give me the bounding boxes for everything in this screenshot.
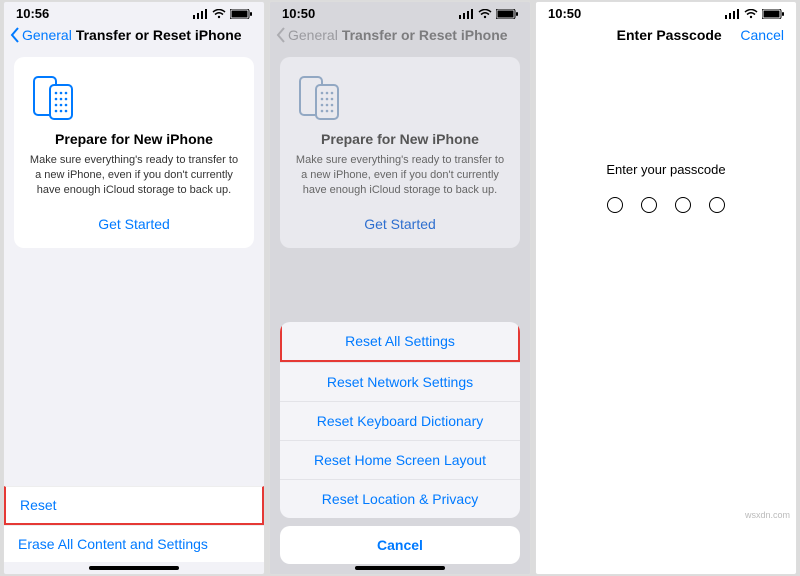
sheet-options: Reset All Settings Reset Network Setting… <box>280 322 520 518</box>
passcode-dot <box>709 197 725 213</box>
status-bar: 10:56 <box>4 2 264 23</box>
reset-network-settings[interactable]: Reset Network Settings <box>280 362 520 401</box>
back-button[interactable]: General <box>10 27 72 43</box>
chevron-left-icon <box>276 27 286 43</box>
page-title: Transfer or Reset iPhone <box>342 27 524 43</box>
reset-row[interactable]: Reset <box>4 486 264 525</box>
prepare-card: Prepare for New iPhone Make sure everyth… <box>14 57 254 248</box>
signal-icon <box>725 9 740 19</box>
cancel-button[interactable]: Cancel <box>740 27 784 43</box>
page-title: Enter Passcode <box>617 27 722 43</box>
prepare-card-dimmed: Prepare for New iPhone Make sure everyth… <box>280 57 520 248</box>
action-sheet: Reset All Settings Reset Network Setting… <box>280 322 520 564</box>
wifi-icon <box>478 9 492 19</box>
wifi-icon <box>744 9 758 19</box>
signal-icon <box>193 9 208 19</box>
passcode-dots <box>536 197 796 213</box>
screen-reset-actionsheet: 10:50 General Transfer or Reset iPhone P… <box>270 2 530 574</box>
reset-all-settings[interactable]: Reset All Settings <box>280 322 520 362</box>
back-label: General <box>288 27 338 43</box>
reset-location-privacy[interactable]: Reset Location & Privacy <box>280 479 520 518</box>
status-indicators <box>459 9 518 19</box>
get-started-button: Get Started <box>292 210 508 238</box>
status-time: 10:56 <box>16 6 49 21</box>
card-body: Make sure everything's ready to transfer… <box>292 153 508 198</box>
passcode-hint: Enter your passcode <box>536 162 796 177</box>
screen-enter-passcode: 10:50 Enter Passcode Cancel Enter your p… <box>536 2 796 574</box>
erase-all-row[interactable]: Erase All Content and Settings <box>4 525 264 562</box>
devices-icon <box>26 75 80 121</box>
reset-home-screen-layout[interactable]: Reset Home Screen Layout <box>280 440 520 479</box>
status-bar: 10:50 <box>270 2 530 23</box>
back-label: General <box>22 27 72 43</box>
status-time: 10:50 <box>282 6 315 21</box>
passcode-dot <box>607 197 623 213</box>
card-title: Prepare for New iPhone <box>26 131 242 147</box>
battery-icon <box>496 9 518 19</box>
reset-keyboard-dictionary[interactable]: Reset Keyboard Dictionary <box>280 401 520 440</box>
wifi-icon <box>212 9 226 19</box>
status-indicators <box>193 9 252 19</box>
status-indicators <box>725 9 784 19</box>
screen-reset-settings: 10:56 General Transfer or Reset iPhone P… <box>4 2 264 574</box>
devices-icon <box>292 75 346 121</box>
back-button: General <box>276 27 338 43</box>
nav-bar: General Transfer or Reset iPhone <box>4 23 264 51</box>
passcode-dot <box>675 197 691 213</box>
card-title: Prepare for New iPhone <box>292 131 508 147</box>
nav-bar: Enter Passcode Cancel <box>536 23 796 51</box>
battery-icon <box>762 9 784 19</box>
home-indicator[interactable] <box>89 566 179 570</box>
battery-icon <box>230 9 252 19</box>
watermark: wsxdn.com <box>745 510 790 520</box>
signal-icon <box>459 9 474 19</box>
get-started-button[interactable]: Get Started <box>26 210 242 238</box>
status-bar: 10:50 <box>536 2 796 23</box>
chevron-left-icon <box>10 27 20 43</box>
home-indicator[interactable] <box>355 566 445 570</box>
card-body: Make sure everything's ready to transfer… <box>26 153 242 198</box>
passcode-area: Enter your passcode <box>536 162 796 213</box>
options-list: Reset Erase All Content and Settings <box>4 486 264 562</box>
sheet-cancel-button[interactable]: Cancel <box>280 526 520 564</box>
nav-bar: General Transfer or Reset iPhone <box>270 23 530 51</box>
status-time: 10:50 <box>548 6 581 21</box>
passcode-dot <box>641 197 657 213</box>
page-title: Transfer or Reset iPhone <box>76 27 258 43</box>
